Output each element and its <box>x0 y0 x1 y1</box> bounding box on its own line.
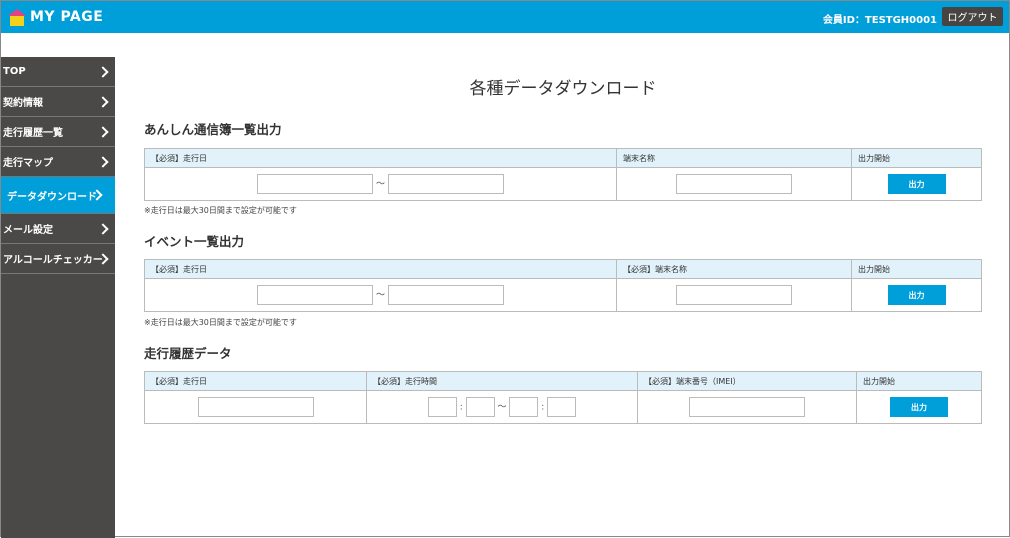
events-table: 【必須】走行日 【必須】端末名称 出力開始 ～ 出力 <box>144 259 982 312</box>
section-report: あんしん通信簿一覧出力 【必須】走行日 端末名称 出力開始 ～ 出力 ※走行日は最大… <box>144 119 982 215</box>
sidebar-item-label: メール設定 <box>3 225 53 236</box>
sidebar-item-alcohol[interactable]: アルコールチェッカー <box>1 244 115 274</box>
date-to-input[interactable] <box>387 285 504 305</box>
chevron-right-icon <box>97 155 109 168</box>
date-to-input[interactable] <box>387 174 504 194</box>
section-history: 走行履歴データ 【必須】走行日 【必須】走行時間 【必須】端末番号（IMEI） 出力開… <box>144 343 982 424</box>
tilde: ～ <box>375 290 385 301</box>
col-header: 端末名称 <box>616 148 852 168</box>
tilde: ～ <box>497 402 507 413</box>
sidebar: TOP 契約情報 走行履歴一覧 走行マップ データダウンロード メール設定 アル… <box>1 57 115 538</box>
chevron-right-icon <box>97 125 109 138</box>
end-hour-input[interactable] <box>509 397 539 417</box>
imei-input[interactable] <box>689 397 805 417</box>
header: MY PAGE 会員ID：TESTGH0001 ログアウト <box>1 1 1009 33</box>
date-from-input[interactable] <box>257 285 374 305</box>
output-button[interactable]: 出力 <box>890 397 948 417</box>
logo-text[interactable]: MY PAGE <box>30 9 103 25</box>
chevron-right-icon <box>97 95 109 108</box>
note: ※走行日は最大30日間まで設定が可能です <box>144 318 297 327</box>
start-hour-input[interactable] <box>427 397 457 417</box>
col-header: 出力開始 <box>851 259 982 279</box>
device-name-input[interactable] <box>676 285 792 305</box>
sidebar-item-map[interactable]: 走行マップ <box>1 147 115 177</box>
house-logo-icon <box>8 9 26 26</box>
output-button[interactable]: 出力 <box>887 174 946 194</box>
sidebar-item-label: 契約情報 <box>3 98 43 109</box>
col-header: 【必須】走行時間 <box>366 371 638 391</box>
tilde: ～ <box>375 179 385 190</box>
sidebar-item-top[interactable]: TOP <box>1 57 115 87</box>
output-button[interactable]: 出力 <box>887 285 946 305</box>
end-minute-input[interactable] <box>547 397 577 417</box>
member-id: 会員ID：TESTGH0001 <box>822 15 937 26</box>
sidebar-item-label: アルコールチェッカー <box>3 255 103 266</box>
sidebar-item-download[interactable]: データダウンロード <box>1 177 115 214</box>
device-name-input[interactable] <box>676 174 792 194</box>
date-input[interactable] <box>197 397 314 417</box>
col-header: 【必須】走行日 <box>144 371 367 391</box>
col-header: 出力開始 <box>851 148 982 168</box>
report-table: 【必須】走行日 端末名称 出力開始 ～ 出力 <box>144 148 982 201</box>
sidebar-item-label: TOP <box>3 66 26 77</box>
col-header: 【必須】端末名称 <box>616 259 852 279</box>
sidebar-item-label: 走行マップ <box>3 158 53 169</box>
sidebar-item-label: 走行履歴一覧 <box>3 128 63 139</box>
col-header: 出力開始 <box>856 371 982 391</box>
col-header: 【必須】走行日 <box>144 148 617 168</box>
page-title: 各種データダウンロード <box>469 79 657 99</box>
start-minute-input[interactable] <box>465 397 495 417</box>
sidebar-item-label: データダウンロード <box>7 191 97 203</box>
sidebar-item-mail[interactable]: メール設定 <box>1 214 115 244</box>
note: ※走行日は最大30日間まで設定が可能です <box>144 206 297 215</box>
section-title: あんしん通信簿一覧出力 <box>144 122 282 137</box>
section-title: イベント一覧出力 <box>144 234 245 249</box>
colon: : <box>459 402 463 413</box>
date-from-input[interactable] <box>257 174 374 194</box>
chevron-right-icon <box>97 222 109 235</box>
colon: : <box>541 402 545 413</box>
logout-button[interactable]: ログアウト <box>942 7 1003 26</box>
col-header: 【必須】端末番号（IMEI） <box>637 371 857 391</box>
section-title: 走行履歴データ <box>144 346 232 361</box>
history-table: 【必須】走行日 【必須】走行時間 【必須】端末番号（IMEI） 出力開始 : ～ : … <box>144 371 982 424</box>
chevron-right-icon <box>97 65 109 78</box>
col-header: 【必須】走行日 <box>144 259 617 279</box>
sidebar-item-history[interactable]: 走行履歴一覧 <box>1 117 115 147</box>
section-events: イベント一覧出力 【必須】走行日 【必須】端末名称 出力開始 ～ 出力 ※走行日は最… <box>144 231 982 327</box>
sidebar-item-contract[interactable]: 契約情報 <box>1 87 115 117</box>
